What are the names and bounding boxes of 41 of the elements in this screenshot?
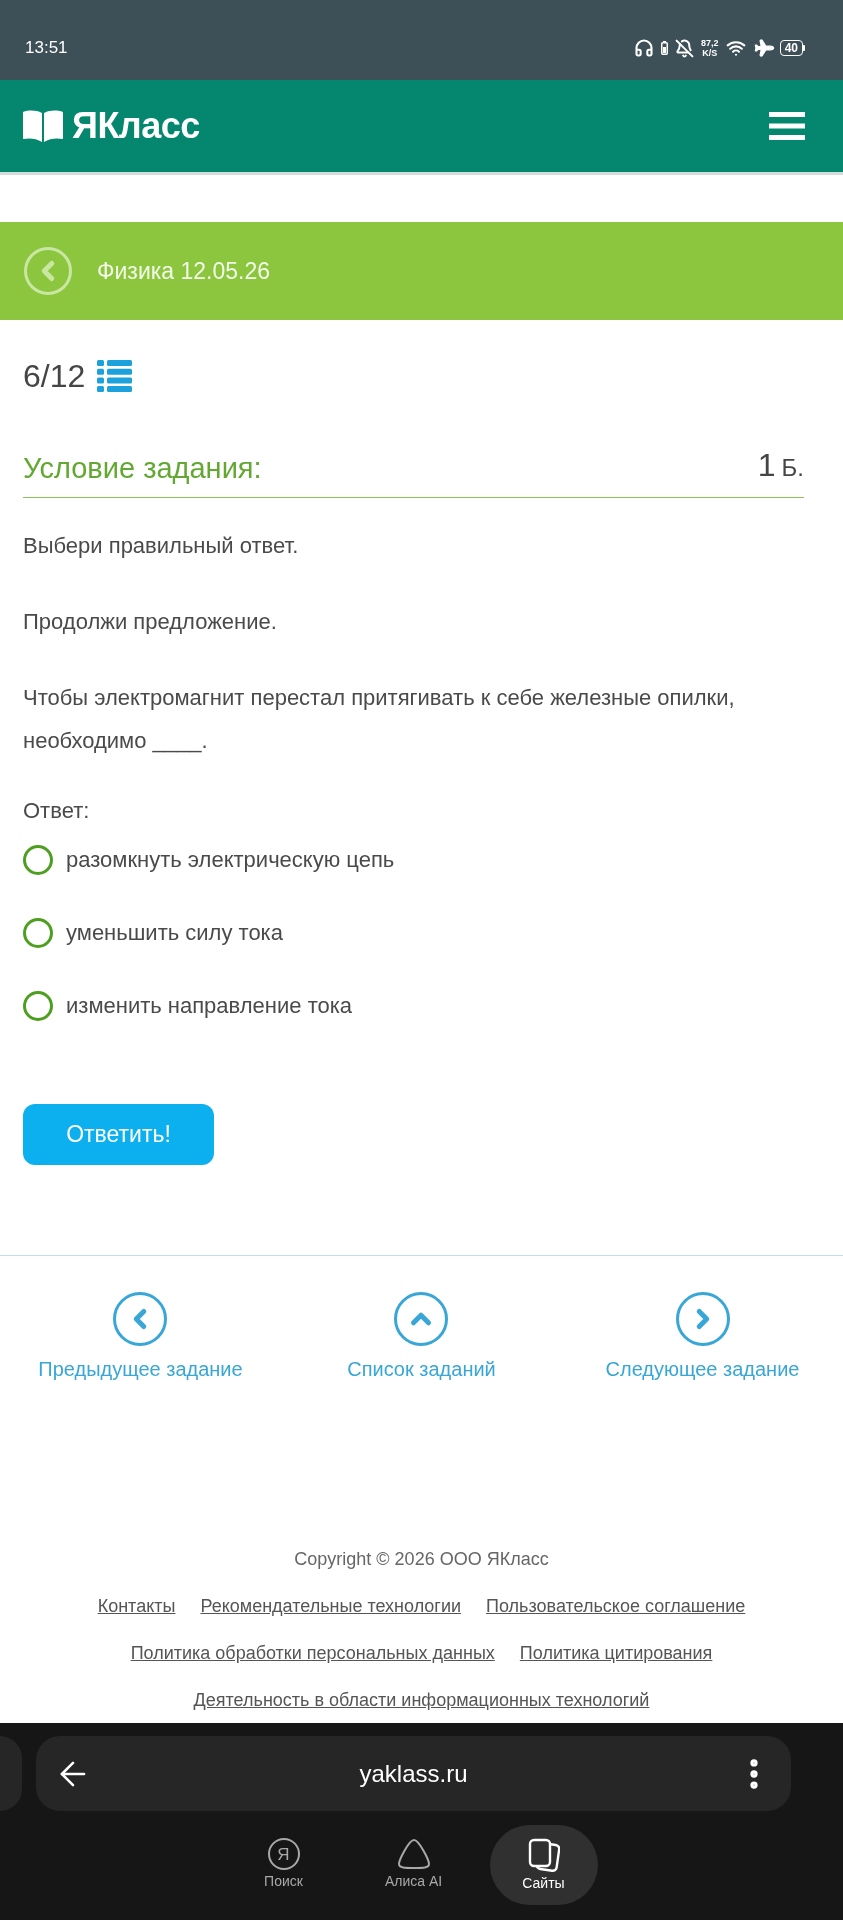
task-counter: 6/12 — [23, 357, 86, 396]
course-title: Физика 12.05.26 — [97, 256, 270, 286]
headphones-icon — [634, 38, 655, 58]
points-unit: Б. — [781, 453, 804, 483]
option-label[interactable]: уменьшить силу тока — [66, 918, 283, 948]
status-time: 13:51 — [25, 37, 68, 60]
stacked-cards-icon — [527, 1838, 560, 1872]
footer-link[interactable]: Пользовательское соглашение — [486, 1592, 746, 1620]
battery-indicator: 40 — [779, 40, 805, 56]
bottom-tab[interactable]: Сайты — [489, 1825, 598, 1905]
option-label[interactable]: разомкнуть электрическую цепь — [66, 845, 395, 875]
footer-link[interactable]: Рекомендательные технологии — [200, 1592, 462, 1620]
bottom-tab[interactable]: Я Поиск — [229, 1825, 338, 1905]
menu-icon[interactable] — [769, 112, 805, 140]
points-value: 1 — [757, 446, 776, 484]
triangle-icon — [396, 1838, 431, 1870]
address-bar[interactable]: yaklass.ru — [36, 1736, 791, 1811]
task-text: Выбери правильный ответ. — [23, 532, 300, 560]
site-logo[interactable]: ЯКласс — [23, 108, 200, 144]
bottom-tab[interactable]: Алиса AI — [359, 1825, 468, 1905]
radio-button[interactable] — [23, 845, 53, 875]
footer-link[interactable]: Контакты — [97, 1592, 176, 1620]
small-battery-icon — [661, 41, 669, 55]
footer-link[interactable]: Политика обработки персональных данных — [130, 1639, 495, 1667]
footer-link[interactable]: Политика цитирования — [519, 1639, 713, 1667]
list-icon[interactable] — [97, 360, 133, 392]
task-text: Продолжи предложение. — [23, 608, 278, 636]
answer-label: Ответ: — [23, 797, 90, 825]
footer-link[interactable]: Деятельность в области информационных технологий — [193, 1686, 650, 1714]
radio-button[interactable] — [23, 991, 53, 1021]
circle-letter-icon: Я — [267, 1838, 300, 1870]
condition-title: Условие задания: — [23, 451, 262, 486]
network-speed: 87,2 K/S — [701, 38, 719, 58]
url-text[interactable]: yaklass.ru — [359, 1755, 468, 1792]
task-text: Чтобы электромагнит перестал притягивать к себе железные опилки, необходимо ____. — [23, 684, 736, 755]
radio-button[interactable] — [23, 918, 53, 948]
bell-off-icon — [675, 38, 695, 58]
open-book-icon — [23, 110, 63, 142]
wifi-icon — [725, 38, 746, 58]
copyright-text: Copyright © 2026 ООО ЯКласс — [294, 1548, 549, 1571]
option-label[interactable]: изменить направление тока — [66, 991, 353, 1021]
